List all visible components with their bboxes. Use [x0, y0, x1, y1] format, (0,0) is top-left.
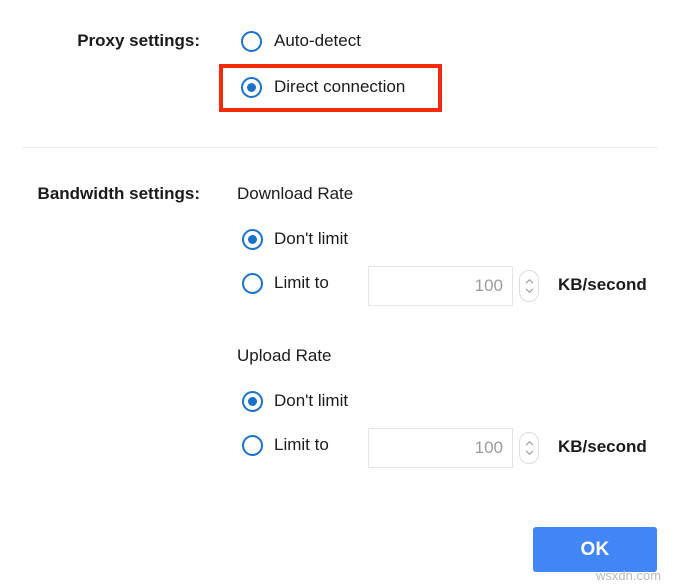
radio-upload-limit-to[interactable]: [242, 435, 263, 456]
upload-limit-stepper[interactable]: [519, 432, 539, 464]
upload-limit-input[interactable]: [368, 428, 513, 468]
upload-rate-title: Upload Rate: [237, 346, 332, 366]
proxy-option-auto-detect-label: Auto-detect: [274, 31, 361, 51]
download-dont-limit-label: Don't limit: [274, 229, 348, 249]
upload-unit-label: KB/second: [558, 437, 647, 457]
chevron-down-icon[interactable]: [525, 448, 534, 457]
upload-dont-limit-label: Don't limit: [274, 391, 348, 411]
section-divider: [22, 147, 658, 148]
radio-upload-dont-limit[interactable]: [242, 391, 263, 412]
download-limit-input[interactable]: [368, 266, 513, 306]
download-rate-title: Download Rate: [237, 184, 353, 204]
chevron-up-icon[interactable]: [525, 439, 534, 448]
ok-button[interactable]: OK: [533, 527, 657, 572]
settings-panel: Proxy settings: Auto-detect Direct conne…: [0, 0, 680, 588]
download-unit-label: KB/second: [558, 275, 647, 295]
proxy-settings-label: Proxy settings:: [0, 31, 200, 51]
chevron-up-icon[interactable]: [525, 277, 534, 286]
chevron-down-icon[interactable]: [525, 286, 534, 295]
radio-auto-detect[interactable]: [241, 31, 262, 52]
download-limit-to-label: Limit to: [274, 273, 329, 293]
bandwidth-settings-label: Bandwidth settings:: [0, 184, 200, 204]
watermark: wsxdn.com: [596, 568, 661, 583]
upload-limit-to-label: Limit to: [274, 435, 329, 455]
radio-direct-connection[interactable]: [241, 77, 262, 98]
radio-download-limit-to[interactable]: [242, 273, 263, 294]
proxy-option-direct-connection-label: Direct connection: [274, 77, 405, 97]
radio-download-dont-limit[interactable]: [242, 229, 263, 250]
download-limit-stepper[interactable]: [519, 270, 539, 302]
